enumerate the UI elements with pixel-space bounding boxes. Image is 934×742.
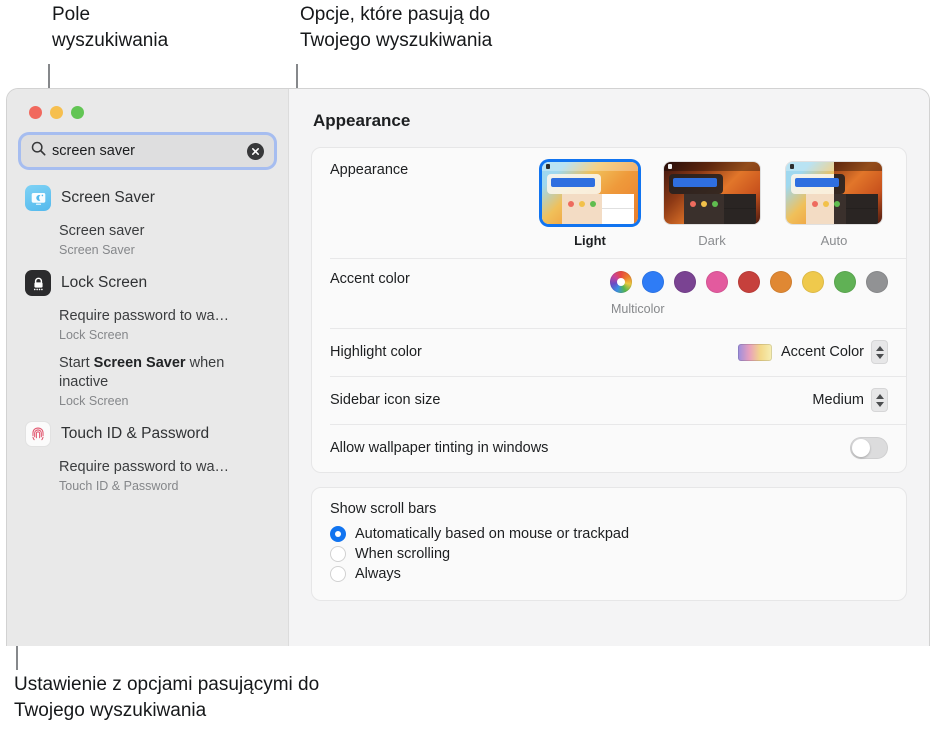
- result-group-screen-saver: Screen Saver Screen saver Screen Saver: [7, 181, 288, 264]
- list-item[interactable]: Require password to wa… Touch ID & Passw…: [7, 453, 288, 500]
- zoom-button[interactable]: [71, 106, 84, 119]
- result-title: Screen saver: [59, 223, 145, 239]
- result-group-touch-id: Touch ID & Password Require password to …: [7, 417, 288, 500]
- search-icon: [31, 141, 46, 161]
- result-title: Require password to wa…: [59, 308, 230, 324]
- sidebar-icon-size-value: Medium: [812, 392, 864, 408]
- accent-selected-label: Multicolor: [611, 302, 665, 316]
- radio-label: Automatically based on mouse or trackpad: [355, 526, 630, 542]
- accent-swatch-graphite[interactable]: [866, 271, 888, 293]
- result-title: Require password to wa…: [59, 459, 230, 475]
- appearance-option-dark[interactable]: Dark: [664, 162, 760, 248]
- sidebar-icon-size-control[interactable]: Medium: [812, 388, 888, 412]
- screenshot-root: Pole wyszukiwania Opcje, które pasują do…: [0, 0, 934, 742]
- sidebar-item-screen-saver[interactable]: Screen Saver: [7, 181, 288, 217]
- result-title-match: Screen Saver: [93, 355, 186, 371]
- accent-swatch-green[interactable]: [834, 271, 856, 293]
- callout-setting-with-options: Ustawienie z opcjami pasującymi do Twoje…: [14, 674, 320, 721]
- search-input[interactable]: screen saver: [52, 143, 247, 159]
- chevron-up-down-icon[interactable]: [871, 340, 888, 364]
- dark-thumbnail[interactable]: [664, 162, 760, 224]
- minimize-button[interactable]: [50, 106, 63, 119]
- detail-pane: Appearance Appearance Light Dark Auto Ac…: [289, 89, 929, 646]
- appearance-options: Light Dark Auto: [542, 162, 888, 248]
- appearance-row: Appearance Light Dark Auto: [312, 148, 906, 258]
- appearance-card: Appearance Light Dark Auto Accent color …: [311, 147, 907, 473]
- lock-screen-icon: [25, 270, 51, 296]
- accent-swatch-multicolor[interactable]: [610, 271, 632, 293]
- radio-when-scrolling[interactable]: When scrolling: [330, 544, 888, 564]
- screen-saver-icon: [25, 185, 51, 211]
- search-field[interactable]: screen saver: [21, 135, 274, 167]
- appearance-option-label: Light: [574, 233, 606, 248]
- accent-swatch-blue[interactable]: [642, 271, 664, 293]
- search-container: screen saver: [7, 119, 288, 167]
- list-item[interactable]: Start Screen Saver when inactive Lock Sc…: [7, 349, 288, 415]
- callout-search-field: Pole wyszukiwania: [52, 4, 169, 51]
- sidebar-item-lock-screen[interactable]: Lock Screen: [7, 266, 288, 302]
- radio-always[interactable]: Always: [330, 564, 888, 584]
- accent-swatch-yellow[interactable]: [802, 271, 824, 293]
- callout-matching-options: Opcje, które pasują do Twojego wyszukiwa…: [300, 4, 493, 51]
- highlight-color-label: Highlight color: [330, 344, 422, 360]
- page-title: Appearance: [313, 111, 411, 130]
- result-subtitle: Lock Screen: [59, 328, 129, 342]
- search-results: Screen Saver Screen saver Screen Saver L…: [7, 167, 288, 500]
- appearance-label: Appearance: [330, 162, 409, 178]
- sidebar-icon-size-row: Sidebar icon size Medium: [312, 376, 906, 424]
- wallpaper-tinting-label: Allow wallpaper tinting in windows: [330, 440, 549, 456]
- light-thumbnail[interactable]: [542, 162, 638, 224]
- list-item[interactable]: Require password to wa… Lock Screen: [7, 302, 288, 349]
- system-settings-window: screen saver Screen Saver Screen saver S…: [6, 88, 930, 646]
- wallpaper-tinting-toggle[interactable]: [850, 437, 888, 459]
- list-item[interactable]: Screen saver Screen Saver: [7, 217, 288, 264]
- radio-label: Always: [355, 566, 401, 582]
- radio-button[interactable]: [330, 546, 346, 562]
- group-title: Screen Saver: [61, 189, 155, 206]
- radio-button[interactable]: [330, 526, 346, 542]
- accent-color-row: Accent color Multicolor: [312, 258, 906, 328]
- radio-automatic[interactable]: Automatically based on mouse or trackpad: [330, 524, 888, 544]
- result-subtitle: Touch ID & Password: [59, 479, 179, 493]
- sidebar: screen saver Screen Saver Screen saver S…: [7, 89, 289, 646]
- accent-swatch-red[interactable]: [738, 271, 760, 293]
- accent-swatch-pink[interactable]: [706, 271, 728, 293]
- result-title-prefix: Start: [59, 355, 94, 371]
- highlight-color-control[interactable]: Accent Color: [737, 340, 888, 364]
- accent-swatches: Multicolor: [610, 271, 888, 316]
- sidebar-item-touch-id[interactable]: Touch ID & Password: [7, 417, 288, 453]
- result-group-lock-screen: Lock Screen Require password to wa… Lock…: [7, 266, 288, 415]
- radio-label: When scrolling: [355, 546, 451, 562]
- highlight-color-value: Accent Color: [780, 344, 864, 360]
- chevron-up-down-icon[interactable]: [871, 388, 888, 412]
- radio-button[interactable]: [330, 566, 346, 582]
- auto-thumbnail[interactable]: [786, 162, 882, 224]
- close-button[interactable]: [29, 106, 42, 119]
- appearance-option-label: Auto: [820, 233, 848, 248]
- sidebar-icon-size-label: Sidebar icon size: [330, 392, 441, 408]
- accent-swatch-purple[interactable]: [674, 271, 696, 293]
- appearance-option-auto[interactable]: Auto: [786, 162, 882, 248]
- result-title: Start Screen Saver when inactive: [59, 354, 272, 392]
- result-subtitle: Screen Saver: [59, 243, 135, 257]
- appearance-option-light[interactable]: Light: [542, 162, 638, 248]
- accent-swatch-orange[interactable]: [770, 271, 792, 293]
- scroll-bars-heading: Show scroll bars: [330, 501, 437, 517]
- appearance-option-label: Dark: [698, 233, 726, 248]
- result-subtitle: Lock Screen: [59, 394, 129, 408]
- group-title: Lock Screen: [61, 274, 148, 291]
- scroll-bars-card: Show scroll bars Automatically based on …: [311, 487, 907, 601]
- clear-icon[interactable]: [247, 142, 264, 160]
- touch-id-icon: [25, 421, 51, 447]
- window-controls: [7, 89, 288, 119]
- accent-color-label: Accent color: [330, 271, 410, 287]
- highlight-color-swatch: [737, 343, 772, 361]
- group-title: Touch ID & Password: [61, 425, 210, 442]
- highlight-color-row: Highlight color Accent Color: [312, 328, 906, 376]
- wallpaper-tinting-row: Allow wallpaper tinting in windows: [312, 424, 906, 472]
